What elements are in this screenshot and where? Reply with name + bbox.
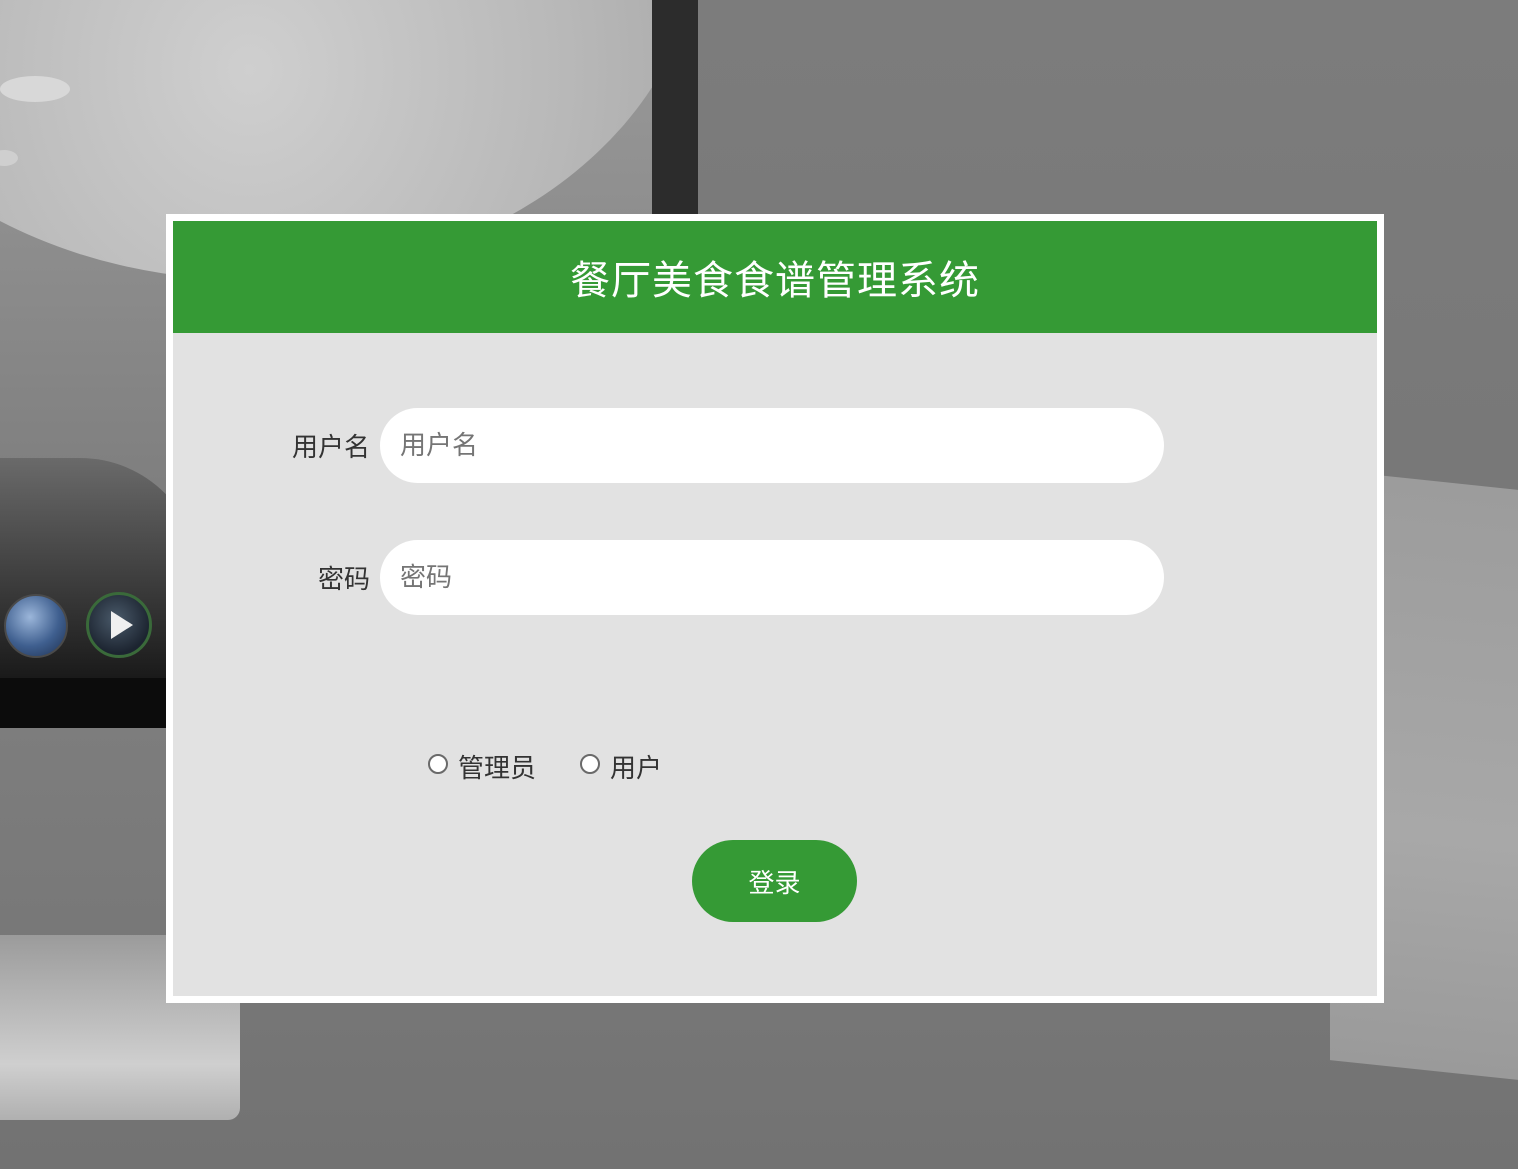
password-row: 密码 (173, 540, 1164, 615)
background-ceiling-light (0, 76, 70, 102)
role-radio-group: 管理员 用户 (428, 748, 706, 785)
play-triangle-icon (111, 611, 133, 639)
play-icon (86, 592, 152, 658)
login-header: 餐厅美食食谱管理系统 (173, 221, 1377, 333)
radio-button-user[interactable] (580, 753, 601, 774)
globe-icon (4, 594, 68, 658)
login-panel: 餐厅美食食谱管理系统 用户名 密码 管理员 用户 登录 (166, 214, 1384, 1003)
login-panel-body: 餐厅美食食谱管理系统 用户名 密码 管理员 用户 登录 (173, 221, 1377, 996)
login-button[interactable]: 登录 (692, 840, 857, 922)
role-option-admin[interactable]: 管理员 (428, 748, 536, 785)
password-input[interactable] (380, 540, 1164, 615)
background-pillar (652, 0, 698, 220)
username-label: 用户名 (291, 433, 370, 463)
role-label-user: 用户 (610, 754, 663, 784)
role-label-admin: 管理员 (458, 754, 537, 784)
username-row: 用户名 (173, 408, 1164, 483)
page-title: 餐厅美食食谱管理系统 (570, 258, 980, 304)
radio-button-admin[interactable] (428, 753, 448, 774)
username-input[interactable] (380, 408, 1164, 483)
role-option-user[interactable]: 用户 (580, 748, 662, 785)
password-label: 密码 (317, 565, 370, 595)
